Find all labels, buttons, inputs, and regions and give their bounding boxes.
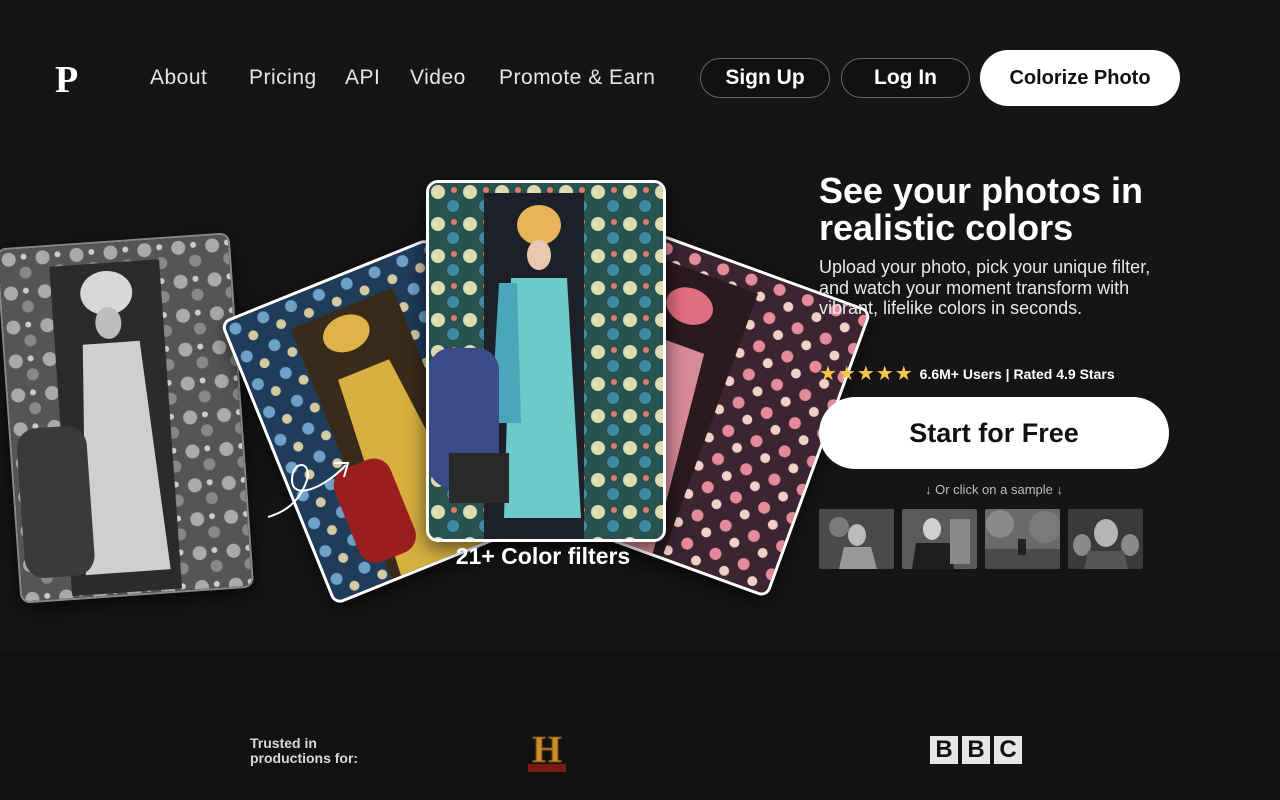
hero-title: See your photos in realistic colors — [819, 170, 1144, 248]
nav-pricing[interactable]: Pricing — [249, 66, 317, 90]
rating: ★★★★★ 6.6M+ Users | Rated 4.9 Stars — [819, 361, 1115, 386]
nav-promote-earn[interactable]: Promote & Earn — [499, 66, 655, 90]
hero-subtitle: Upload your photo, pick your unique filt… — [819, 257, 1151, 318]
bbc-letter-b1: B — [930, 736, 958, 764]
nav-api[interactable]: API — [345, 66, 380, 90]
rating-text: 6.6M+ Users | Rated 4.9 Stars — [919, 365, 1115, 382]
svg-text:H: H — [532, 729, 562, 771]
bbc-letter-c: C — [994, 736, 1022, 764]
sample-photos — [819, 509, 1143, 569]
colorized-photo — [426, 180, 666, 542]
original-bw-photo — [0, 232, 255, 604]
filters-caption: 21+ Color filters — [455, 543, 631, 569]
history-logo: H — [528, 729, 566, 772]
sample-hint: ↓ Or click on a sample ↓ — [925, 482, 1063, 497]
bbc-logo: B B C — [930, 736, 1022, 764]
logo[interactable]: P — [55, 58, 78, 102]
nav-video[interactable]: Video — [410, 66, 466, 90]
curly-arrow-icon — [267, 462, 350, 518]
sample-photo-2[interactable] — [902, 509, 977, 569]
colorize-photo-button[interactable]: Colorize Photo — [980, 50, 1180, 106]
sample-photo-3[interactable] — [985, 509, 1060, 569]
sign-up-button[interactable]: Sign Up — [700, 58, 830, 98]
nav-about[interactable]: About — [150, 66, 207, 90]
trusted-band — [0, 650, 1280, 800]
sample-photo-4[interactable] — [1068, 509, 1143, 569]
bbc-letter-b2: B — [962, 736, 990, 764]
log-in-button[interactable]: Log In — [841, 58, 970, 98]
stars-icon: ★★★★★ — [819, 363, 914, 385]
trusted-label: Trusted in productions for: — [250, 735, 359, 766]
sample-photo-1[interactable] — [819, 509, 894, 569]
start-for-free-button[interactable]: Start for Free — [819, 397, 1169, 469]
